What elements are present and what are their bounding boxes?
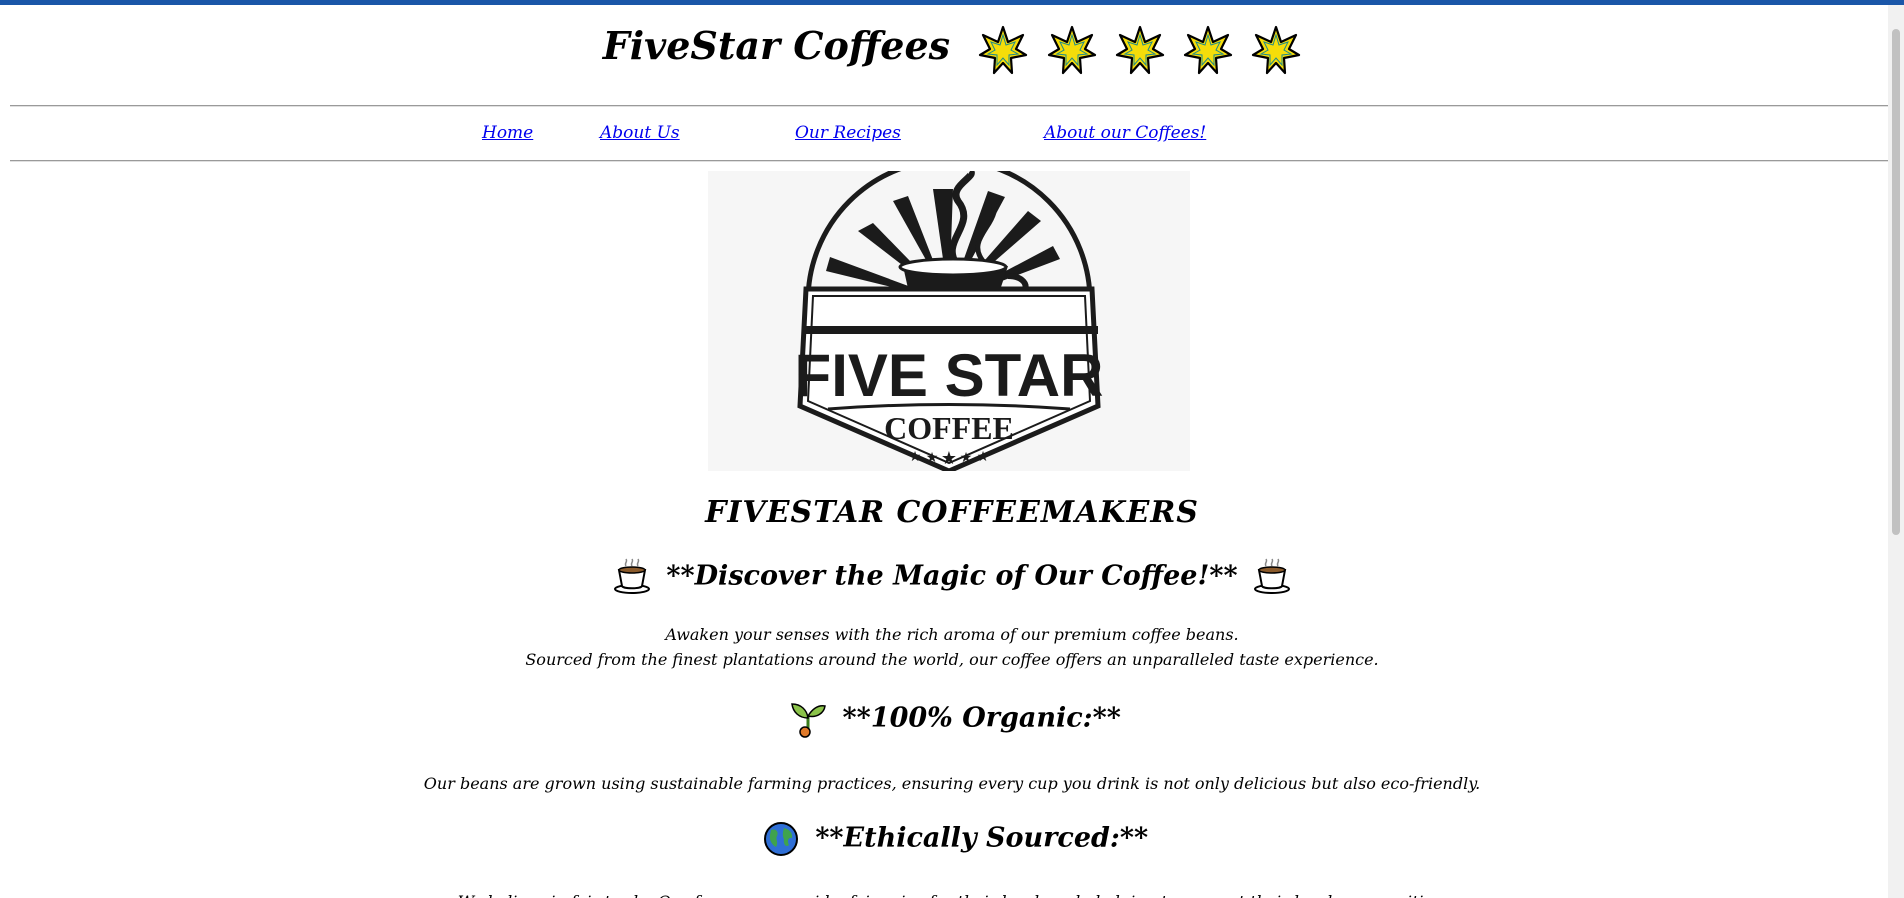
globe-icon [763, 822, 798, 856]
scrollbar-thumb[interactable] [1892, 29, 1900, 535]
star-icon [1252, 26, 1301, 75]
paragraph-line: Sourced from the finest plantations arou… [525, 650, 1379, 669]
page: FiveStar Coffees Home About Us Our Recip… [0, 5, 1888, 898]
page-scrollbar[interactable] [1888, 5, 1904, 898]
svg-text:★: ★ [941, 448, 957, 469]
svg-text:★: ★ [977, 449, 990, 465]
section-paragraph-organic: Our beans are grown using sustainable fa… [0, 771, 1888, 796]
page-heading: FIVESTAR COFFEEMAKERS [705, 495, 1199, 530]
nav-link-our-recipes[interactable]: Our Recipes [795, 123, 901, 143]
star-icon [1183, 26, 1233, 75]
svg-text:★: ★ [926, 450, 939, 466]
svg-text:★: ★ [909, 449, 922, 465]
paragraph-line: We believe in fair trade. Our farmers ar… [0, 889, 1888, 898]
seedling-icon [791, 703, 826, 738]
logo-text-five-star: FIVE STAR [795, 342, 1104, 409]
logo-text-coffee: COFFEE [884, 410, 1014, 446]
section-heading-organic: **100% Organic:** [0, 700, 1888, 738]
section-paragraph-discover: Awaken your senses with the rich aroma o… [0, 622, 1888, 672]
coffee-cup-icon [1253, 558, 1290, 594]
section-heading-text: **100% Organic:** [842, 702, 1121, 734]
nav-divider-bottom [10, 160, 1888, 162]
nav-link-about-our-coffees[interactable]: About our Coffees! [1044, 123, 1206, 143]
paragraph-line: Our beans are grown using sustainable fa… [423, 774, 1481, 793]
star-icon [979, 26, 1028, 75]
star-icon [1047, 26, 1096, 75]
section-heading-ethical: **Ethically Sourced:** [0, 820, 1888, 858]
section-heading-discover: **Discover the Magic of Our Coffee!** [0, 558, 1888, 596]
svg-text:★: ★ [960, 450, 973, 466]
five-star-coffee-logo: FIVE STAR COFFEE ★ ★ ★ ★ ★ [708, 157, 1190, 474]
site-title-text: FiveStar Coffees [602, 23, 951, 68]
star-icon [1115, 26, 1164, 75]
rating-stars [973, 24, 1301, 76]
section-heading-text: **Discover the Magic of Our Coffee!** [666, 560, 1238, 592]
section-paragraph-ethical: We believe in fair trade. Our farmers ar… [0, 889, 1888, 898]
nav-divider-top [10, 105, 1888, 107]
site-title: FiveStar Coffees [0, 23, 1888, 75]
coffee-cup-icon [614, 558, 650, 594]
paragraph-line: Awaken your senses with the rich aroma o… [665, 625, 1239, 644]
section-heading-text: **Ethically Sourced:** [815, 822, 1149, 854]
nav-link-home[interactable]: Home [482, 123, 533, 143]
nav-link-about-us[interactable]: About Us [600, 123, 680, 143]
